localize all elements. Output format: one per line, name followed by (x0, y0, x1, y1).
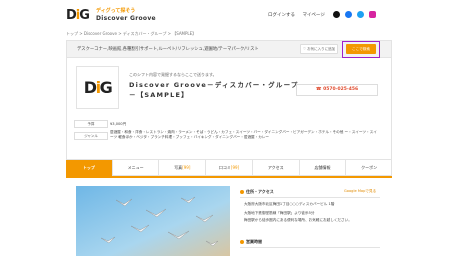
phone-number[interactable]: ☎ 0570-025-456 (296, 84, 378, 96)
tab-photos[interactable]: 写真[99] (159, 160, 207, 176)
business-name: Discover Groove－ディスカバー・グループ－【SAMPLE】 (129, 81, 299, 99)
budget-value: ¥3,000円 (110, 122, 127, 126)
genre-label: ジャンル (74, 132, 108, 140)
google-map-link[interactable]: Google Mapで見る (344, 189, 376, 194)
business-logo: DiG (76, 66, 119, 109)
twitter-icon[interactable] (357, 11, 364, 18)
mypage-link[interactable]: マイページ (302, 13, 324, 18)
tab-reviews[interactable]: 口コミ[99] (206, 160, 253, 176)
site-header: DiG ディグって探そう Discover Groove ログインする マイペー… (0, 0, 455, 30)
hours-divider (240, 247, 380, 248)
hours-heading: 営業時間 (240, 239, 262, 245)
category-tags: デスクーコナー,映画館,各種割引サポート,ルーペト/リフレッシュ,遊園地/テーマ… (77, 47, 259, 52)
instagram-icon[interactable] (369, 11, 376, 18)
tab-underline (66, 176, 392, 178)
tiktok-icon[interactable] (333, 11, 340, 18)
breadcrumb[interactable]: トップ > Discover Groove > ディスカバー・グループ > 【S… (66, 31, 196, 37)
access-dot-icon (240, 190, 244, 194)
business-catchphrase: このシフト内容で発掘するならここで送ります。 (129, 72, 217, 77)
business-logo-text: DiG (83, 78, 113, 97)
tab-menu[interactable]: メニュー (113, 160, 160, 176)
access-heading: 住所・アクセス (240, 189, 274, 195)
access-line-1: 大阪地下鉄御堂筋線「梅田駅」より徒歩5分 (244, 211, 315, 215)
tagline-line-2: Discover Groove (96, 15, 156, 22)
facebook-icon[interactable] (345, 11, 352, 18)
genre-value: 居酒屋・和食・洋食・レストラン・焼肉・ラーメン・そば・うどん・カフェ・スイーツ・… (110, 130, 380, 148)
site-logo-text: DiG (66, 8, 90, 23)
access-divider (240, 197, 380, 198)
hours-dot-icon (240, 240, 244, 244)
tab-access[interactable]: アクセス (253, 160, 300, 176)
search-here-button[interactable]: ここで検索 (346, 44, 376, 54)
tab-bar: トップ メニュー 写真[99] 口コミ[99] アクセス 店舗情報 クーポン (66, 159, 392, 176)
header-links: ログインする マイページ (268, 12, 331, 18)
genre-value-line-1: 居酒屋・和食・洋食・レストラン・焼肉・ラーメン・そば・うどん・カフェ・スイーツ・… (110, 130, 344, 134)
tab-top[interactable]: トップ (66, 160, 113, 176)
store-photo (76, 186, 230, 256)
budget-label: 予算 (74, 120, 108, 128)
access-line-2: 梅田駅から徒歩圏内にある便利な場所、お気軽にお越しください。 (244, 218, 352, 222)
login-link[interactable]: ログインする (268, 13, 295, 18)
site-logo[interactable]: DiG (66, 9, 96, 23)
tab-store-info[interactable]: 店舗情報 (300, 160, 347, 176)
add-favorite-button[interactable]: ♡ お気に入りに追加 (300, 44, 338, 54)
tagline-line-1: ディグって探そう (96, 8, 136, 14)
site-tagline: ディグって探そう Discover Groove (96, 8, 156, 22)
tab-coupon[interactable]: クーポン (346, 160, 392, 176)
address-line: 大阪府大阪市北区梅田1丁目○○○ディスカバービル 1階 (244, 202, 335, 206)
